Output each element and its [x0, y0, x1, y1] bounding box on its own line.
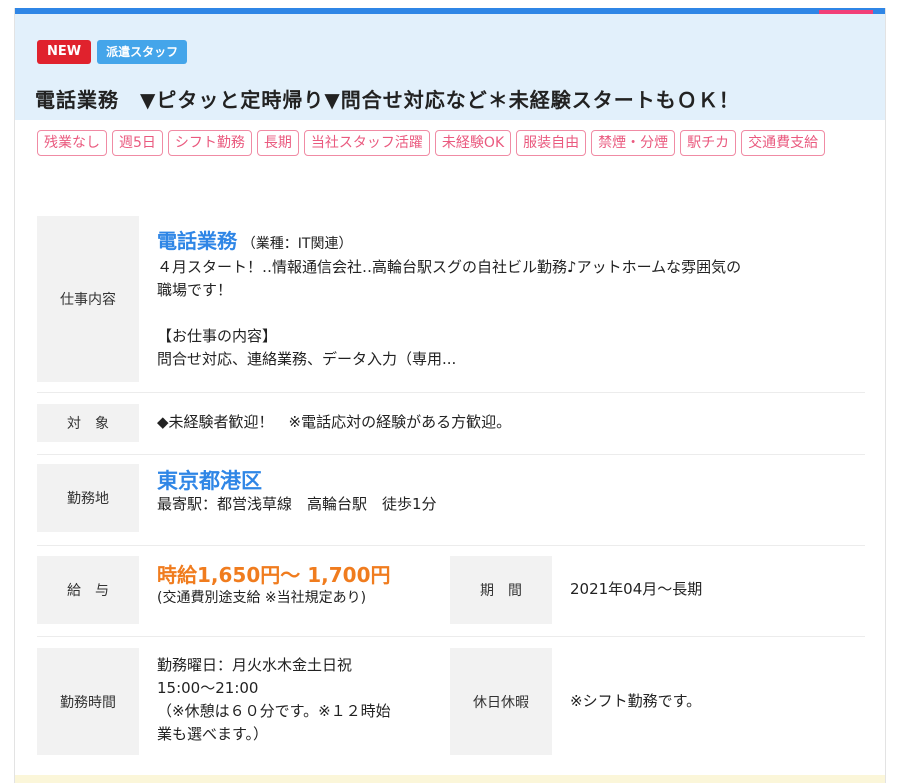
employment-type-tag: 派遣スタッフ [97, 40, 188, 64]
job-content-label: 仕事内容 [37, 216, 139, 382]
feature-chips: 残業なし 週5日 シフト勤務 長期 当社スタッフ活躍 未経験OK 服装自由 禁煙… [37, 130, 867, 156]
chip: 禁煙・分煙 [591, 130, 676, 156]
hourly-wage: 時給1,650円〜 1,700円 [157, 563, 391, 587]
location-content: 東京都港区 最寄駅：都営浅草線 高輪台駅 徒歩1分 [157, 470, 437, 516]
salary-period-row: 給 与 時給1,650円〜 1,700円 (交通費別途支給 ※当社規定あり) 期… [37, 556, 865, 624]
job-title[interactable]: 電話業務 ▼ピタッと定時帰り▼問合せ対応など＊未経験スタートもＯＫ！ [35, 84, 740, 113]
industry-text: （業種：IT関連） [241, 236, 353, 252]
new-tag: NEW [37, 40, 92, 64]
target-row: 対 象 ◆未経験者歓迎！ ※電話応対の経験がある方歓迎。 [37, 404, 865, 442]
chip: 長期 [256, 130, 299, 156]
hours-holiday-row: 勤務時間 勤務曜日：月火水木金土日祝 15:00〜21:00 （※休憩は６０分で… [37, 648, 865, 755]
period-label: 期 間 [450, 556, 552, 624]
job-card[interactable]: 未読 NEW 派遣スタッフ 電話業務 ▼ピタッと定時帰り▼問合せ対応など＊未経験… [14, 8, 886, 783]
holiday-label: 休日休暇 [450, 648, 552, 755]
hours-note: （※休憩は６０分です。※１２時始 [157, 702, 391, 720]
work-days: 勤務曜日：月火水木金土日祝 [157, 656, 353, 674]
wage-note: (交通費別途支給 ※当社規定あり) [157, 590, 367, 606]
period-text: 2021年04月〜長期 [570, 580, 703, 598]
chip: 未経験OK [434, 130, 512, 156]
hours-content: 勤務曜日：月火水木金土日祝 15:00〜21:00 （※休憩は６０分です。※１２… [157, 654, 427, 746]
chip: 駅チカ [680, 130, 737, 156]
location-row: 勤務地 東京都港区 最寄駅：都営浅草線 高輪台駅 徒歩1分 [37, 464, 865, 532]
bottom-strip [15, 775, 885, 783]
chip: 残業なし [37, 130, 107, 156]
holiday-text: ※シフト勤務です。 [570, 692, 702, 710]
chip: 交通費支給 [741, 130, 826, 156]
card-header: NEW 派遣スタッフ 電話業務 ▼ピタッと定時帰り▼問合せ対応など＊未経験スター… [15, 14, 885, 120]
chip: 服装自由 [516, 130, 587, 156]
job-desc-line: 問合せ対応、連絡業務、データ入力（専用... [157, 350, 457, 368]
nearest-station: 最寄駅：都営浅草線 高輪台駅 徒歩1分 [157, 495, 437, 513]
target-label: 対 象 [37, 404, 139, 442]
chip: 週5日 [112, 130, 163, 156]
divider [37, 392, 865, 393]
salary-content: 時給1,650円〜 1,700円 (交通費別途支給 ※当社規定あり) [157, 564, 391, 610]
target-text: ◆未経験者歓迎！ ※電話応対の経験がある方歓迎。 [157, 413, 512, 431]
job-name-link[interactable]: 電話業務 [157, 229, 237, 253]
location-area: 東京都港区 [157, 469, 262, 493]
job-desc-line: 【お仕事の内容】 [157, 327, 278, 345]
chip: 当社スタッフ活躍 [303, 130, 430, 156]
divider [37, 454, 865, 455]
job-desc-line: ４月スタート！‥情報通信会社‥高輪台駅スグの自社ビル勤務♪アットホームな雰囲気の [157, 258, 742, 276]
job-content: 電話業務 （業種：IT関連） ４月スタート！‥情報通信会社‥高輪台駅スグの自社ビ… [157, 230, 865, 371]
location-label: 勤務地 [37, 464, 139, 532]
divider [37, 545, 865, 546]
tag-row: NEW 派遣スタッフ [37, 40, 188, 64]
divider [37, 636, 865, 637]
work-time: 15:00〜21:00 [157, 679, 259, 697]
hours-label: 勤務時間 [37, 648, 139, 755]
chip: シフト勤務 [167, 130, 252, 156]
hours-note: 業も選べます。） [157, 725, 269, 743]
salary-label: 給 与 [37, 556, 139, 624]
job-content-row: 仕事内容 電話業務 （業種：IT関連） ４月スタート！‥情報通信会社‥高輪台駅ス… [37, 216, 865, 382]
job-desc-line: 職場です！ [157, 281, 233, 299]
